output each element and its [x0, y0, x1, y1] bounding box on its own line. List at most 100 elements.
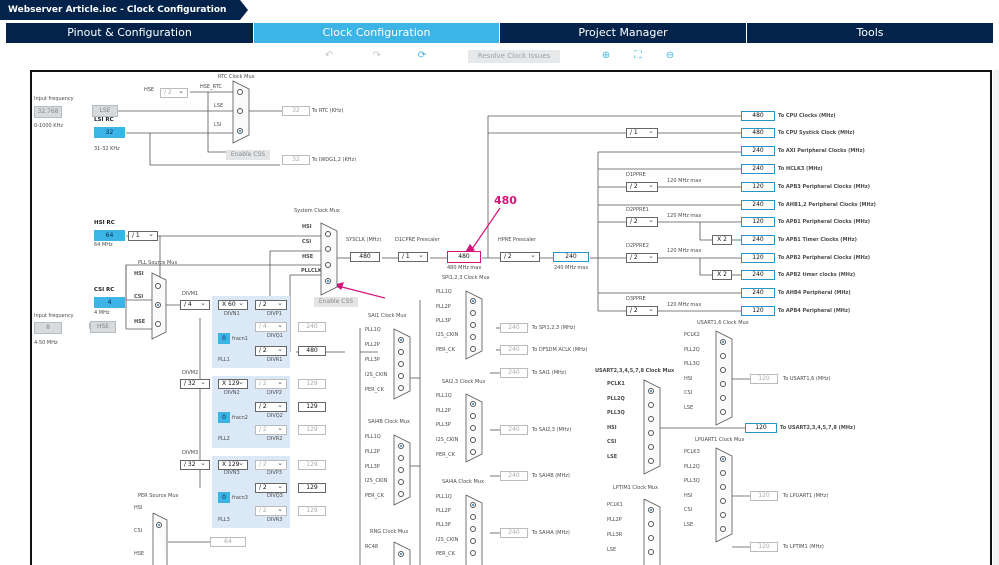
- pll-src-radio-hse[interactable]: [155, 321, 161, 327]
- pll2-divr-select[interactable]: / 2: [255, 424, 287, 435]
- lptim1-radio-lse[interactable]: [648, 549, 654, 555]
- sai4b-radio-i2s[interactable]: [398, 479, 404, 485]
- d2ppre1-select[interactable]: / 2: [626, 216, 658, 227]
- lpuart1-radio-hsi[interactable]: [720, 498, 726, 504]
- usart16-radio-pclk2[interactable]: [720, 339, 726, 345]
- sysmux-radio-pllclk[interactable]: [325, 278, 331, 284]
- apb3-value[interactable]: 120: [741, 182, 775, 192]
- sai1-radio-pll1q[interactable]: [398, 337, 404, 343]
- pll3-divp-select[interactable]: / 2: [255, 459, 287, 470]
- usart2-radio-pll3q[interactable]: [648, 416, 654, 422]
- d1ppre-select[interactable]: / 2: [626, 181, 658, 192]
- pll1-divq-select[interactable]: / 4: [255, 321, 287, 332]
- usart16-radio-hsi[interactable]: [720, 381, 726, 387]
- usart2-radio-pll2q[interactable]: [648, 402, 654, 408]
- spi123-radio-pll2p[interactable]: [470, 310, 476, 316]
- sai1-radio-perck[interactable]: [398, 385, 404, 391]
- apb4-value[interactable]: 120: [741, 306, 775, 316]
- hpre-select[interactable]: / 2: [500, 251, 540, 262]
- sai4b-radio-pll1q[interactable]: [398, 443, 404, 449]
- pll1-divp-select[interactable]: / 2: [255, 299, 287, 310]
- rtc-mux-radio-lse[interactable]: [237, 108, 243, 114]
- lpuart1-radio-lse[interactable]: [720, 526, 726, 532]
- sai23-radio-pll2p[interactable]: [470, 413, 476, 419]
- usart2-radio-lse[interactable]: [648, 458, 654, 464]
- apb2-value[interactable]: 120: [741, 253, 775, 263]
- lpuart1-radio-pll2q[interactable]: [720, 470, 726, 476]
- d1cpre-select[interactable]: / 1: [398, 251, 428, 262]
- sai1-radio-pll3p[interactable]: [398, 361, 404, 367]
- sai4a-radio-pll2p[interactable]: [470, 514, 476, 520]
- sai23-radio-pll3p[interactable]: [470, 425, 476, 431]
- rng-radio-rc48[interactable]: [398, 551, 404, 557]
- rtc-hse-divider[interactable]: / 2: [160, 87, 188, 98]
- cpu-clock-value[interactable]: 480: [741, 111, 775, 121]
- sai4a-radio-pll3p[interactable]: [470, 526, 476, 532]
- lptim1-radio-pclk1[interactable]: [648, 507, 654, 513]
- hse-frequency-input[interactable]: 8: [34, 322, 62, 334]
- pll1-fracn-value[interactable]: 0: [218, 333, 230, 344]
- systick-value[interactable]: 480: [741, 128, 775, 138]
- rtc-mux-radio-hse[interactable]: [237, 89, 243, 95]
- sai23-radio-pll1q[interactable]: [470, 401, 476, 407]
- apb1-timer-value[interactable]: 240: [741, 235, 775, 245]
- pll-src-radio-csi[interactable]: [155, 302, 161, 308]
- spi123-radio-pll1q[interactable]: [470, 298, 476, 304]
- usart16-radio-csi[interactable]: [720, 395, 726, 401]
- d1cpre-output-value[interactable]: 480: [447, 251, 481, 263]
- systick-divider-select[interactable]: / 1: [626, 127, 658, 138]
- lpuart1-radio-pclk3[interactable]: [720, 456, 726, 462]
- lpuart1-radio-pll3q[interactable]: [720, 484, 726, 490]
- ahb4-value[interactable]: 240: [741, 288, 775, 298]
- sysmux-radio-hse[interactable]: [325, 262, 331, 268]
- pll2-divp-select[interactable]: / 2: [255, 378, 287, 389]
- per-radio-hsi[interactable]: [156, 522, 162, 528]
- usart16-radio-pll2q[interactable]: [720, 353, 726, 359]
- apb2-timer-value[interactable]: 240: [741, 270, 775, 280]
- sai4a-radio-perck[interactable]: [470, 550, 476, 556]
- sai23-radio-perck[interactable]: [470, 449, 476, 455]
- sysmux-radio-csi[interactable]: [325, 246, 331, 252]
- d2ppre2-select[interactable]: / 2: [626, 252, 658, 263]
- rtc-enable-css-button[interactable]: Enable CSS: [226, 150, 270, 160]
- sysclk-value[interactable]: 480: [350, 252, 380, 262]
- sai1-radio-pll2p[interactable]: [398, 349, 404, 355]
- spi123-radio-pll3p[interactable]: [470, 322, 476, 328]
- usart2-radio-csi[interactable]: [648, 444, 654, 450]
- axi-value[interactable]: 240: [741, 146, 775, 156]
- sai4b-radio-pll2p[interactable]: [398, 455, 404, 461]
- sys-enable-css-button[interactable]: Enable CSS: [314, 297, 358, 307]
- pll3-divm-select[interactable]: / 32: [180, 459, 210, 470]
- usart16-radio-pll3q[interactable]: [720, 367, 726, 373]
- hsi-divider-select[interactable]: / 1: [128, 230, 158, 241]
- lse-frequency-input[interactable]: 32.768: [34, 106, 62, 118]
- usart2-output-value[interactable]: 120: [745, 423, 777, 433]
- pll2-divm-select[interactable]: / 32: [180, 378, 210, 389]
- sai23-radio-i2s[interactable]: [470, 437, 476, 443]
- pll1-divn-select[interactable]: X 60: [218, 299, 248, 310]
- lpuart1-radio-csi[interactable]: [720, 512, 726, 518]
- rtc-mux-radio-lsi[interactable]: [237, 128, 243, 134]
- sai4b-radio-perck[interactable]: [398, 491, 404, 497]
- usart2-radio-pclk1[interactable]: [648, 388, 654, 394]
- pll2-fracn-value[interactable]: 0: [218, 412, 230, 423]
- sai4a-radio-i2s[interactable]: [470, 538, 476, 544]
- pll3-divq-select[interactable]: / 2: [255, 482, 287, 493]
- spi123-radio-i2s[interactable]: [470, 334, 476, 340]
- pll2-divq-select[interactable]: / 2: [255, 401, 287, 412]
- pll3-divn-select[interactable]: X 129: [218, 459, 248, 470]
- d3ppre-select[interactable]: / 2: [626, 305, 658, 316]
- pll-src-radio-hsi[interactable]: [155, 283, 161, 289]
- usart2-radio-hsi[interactable]: [648, 430, 654, 436]
- hclk3-value[interactable]: 240: [741, 164, 775, 174]
- lptim1-radio-pll3r[interactable]: [648, 535, 654, 541]
- pll3-divr-select[interactable]: / 2: [255, 505, 287, 516]
- pll3-fracn-value[interactable]: 0: [218, 492, 230, 503]
- sysmux-radio-hsi[interactable]: [325, 231, 331, 237]
- sai4a-radio-pll1q[interactable]: [470, 502, 476, 508]
- sai1-radio-i2s[interactable]: [398, 373, 404, 379]
- lptim1-radio-pll2p[interactable]: [648, 521, 654, 527]
- apb1-value[interactable]: 120: [741, 217, 775, 227]
- spi123-radio-perck[interactable]: [470, 346, 476, 352]
- pll2-divn-select[interactable]: X 129: [218, 378, 248, 389]
